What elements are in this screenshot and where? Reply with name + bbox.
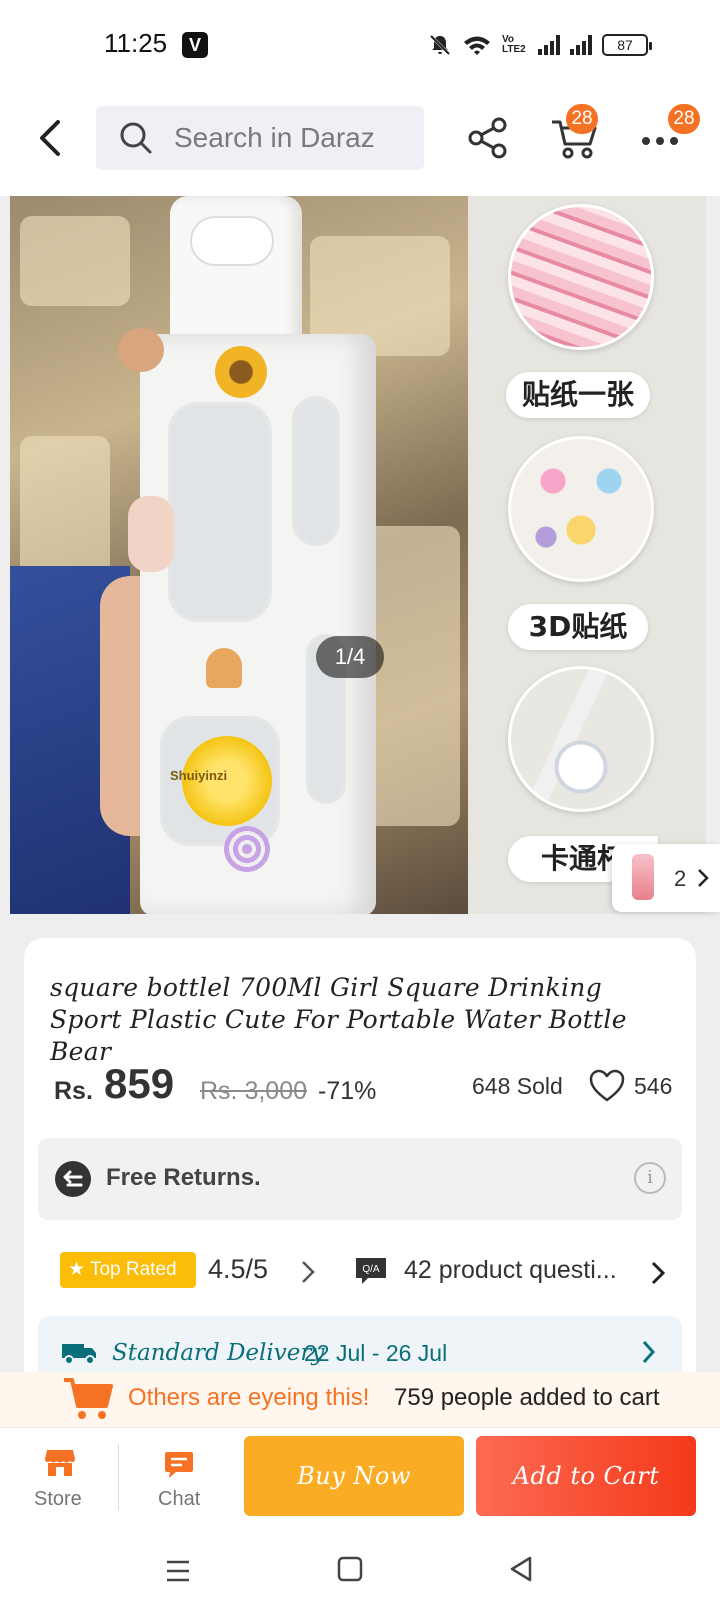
bottle-window (168, 402, 272, 622)
bottle-cap-top (190, 216, 274, 266)
free-returns-label: Free Returns. (106, 1164, 261, 1191)
rating[interactable]: 4.5/5 (208, 1254, 268, 1285)
original-price: Rs. 3,000 (200, 1077, 308, 1105)
background-shelf (20, 216, 130, 306)
3d-sticker-image (508, 436, 654, 582)
cupcake-sticker (206, 648, 242, 688)
mute-bell-icon (429, 34, 451, 56)
qa-icon: Q/A (356, 1258, 386, 1284)
discount: -71% (318, 1077, 377, 1105)
sunflower-sticker (215, 346, 267, 398)
wifi-icon (464, 36, 490, 55)
chevron-right-icon[interactable] (640, 1338, 658, 1366)
added-to-cart-count: 759 people added to cart (394, 1384, 660, 1411)
back-arrow-icon[interactable] (30, 110, 70, 166)
bottle-brand-text: Shuiyinzi (170, 768, 228, 783)
store-icon (45, 1450, 75, 1476)
price-currency: Rs. (54, 1077, 93, 1105)
likes-count: 546 (634, 1073, 673, 1099)
more-badge: 28 (668, 104, 700, 134)
chevron-right-icon[interactable] (648, 1258, 668, 1288)
battery-icon: 87 (602, 34, 652, 56)
product-photo: Shuiyinzi (10, 196, 468, 914)
recent-apps-icon[interactable] (164, 1556, 192, 1586)
image-counter: 1/4 (316, 636, 384, 678)
svg-text:Q/A: Q/A (362, 1264, 380, 1275)
chevron-right-icon (698, 869, 709, 887)
eyeing-text: Others are eyeing this! (128, 1384, 370, 1411)
status-time: 11:25 (104, 28, 168, 58)
truck-icon (62, 1344, 96, 1365)
add-to-cart-button[interactable]: Add to Cart (476, 1436, 696, 1516)
store-label: Store (34, 1488, 82, 1510)
share-icon[interactable] (466, 116, 510, 160)
star-icon: ★ (68, 1259, 86, 1280)
app-notification-icon: V (182, 32, 208, 58)
volte-label: Vo LTE2 (502, 34, 526, 55)
top-rated-label: Top Rated (89, 1259, 177, 1280)
cart-count-badge: 28 (566, 104, 598, 134)
lanyard-image (508, 666, 654, 812)
chat-icon (165, 1452, 193, 1478)
top-rated-badge: ★ Top Rated (60, 1252, 196, 1288)
accessory-label: 贴纸一张 (506, 372, 650, 418)
divider (118, 1444, 119, 1510)
cart-icon (64, 1378, 113, 1419)
sticker-sheet-image (508, 204, 654, 350)
system-back-icon[interactable] (508, 1554, 534, 1584)
bear-sticker (118, 328, 164, 372)
status-icons: Vo LTE2 87 (428, 30, 652, 60)
accessory-label: 3D贴纸 (508, 604, 648, 650)
return-icon (55, 1161, 91, 1197)
buy-now-button[interactable]: Buy Now (244, 1436, 464, 1516)
thumbnail-count: 2 (674, 866, 687, 891)
bottle-window (292, 396, 340, 546)
delivery-date: 22 Jul - 26 Jul (304, 1340, 448, 1366)
search-icon (120, 122, 152, 154)
heart-icon[interactable] (588, 1068, 626, 1104)
product-page: 11:25 V Vo LTE2 87 Search in Daraz 28 28 (0, 0, 720, 1612)
info-icon[interactable]: i (634, 1162, 666, 1194)
search-placeholder: Search in Daraz (174, 122, 375, 153)
accessory-panel: 贴纸一张 3D贴纸 卡通杯 (468, 196, 706, 914)
price: 859 (104, 1060, 175, 1107)
lollipop-sticker (224, 826, 270, 872)
signal-1-icon (538, 35, 560, 55)
product-image-gallery[interactable]: Shuiyinzi 贴纸一张 3D贴纸 卡通杯 (10, 196, 706, 914)
chat-label: Chat (158, 1488, 201, 1510)
sold-count: 648 Sold (472, 1073, 563, 1099)
signal-2-icon (570, 35, 592, 55)
delivery-type: Standard Delivery (112, 1340, 325, 1366)
thumbnail-image (632, 854, 654, 900)
product-title: square bottlel 700Ml Girl Square Drinkin… (50, 973, 627, 1066)
bunny-sticker (128, 496, 174, 572)
product-questions-link[interactable]: 42 product questi... (404, 1256, 617, 1285)
home-icon[interactable] (336, 1554, 364, 1584)
chevron-right-icon[interactable] (298, 1256, 318, 1288)
